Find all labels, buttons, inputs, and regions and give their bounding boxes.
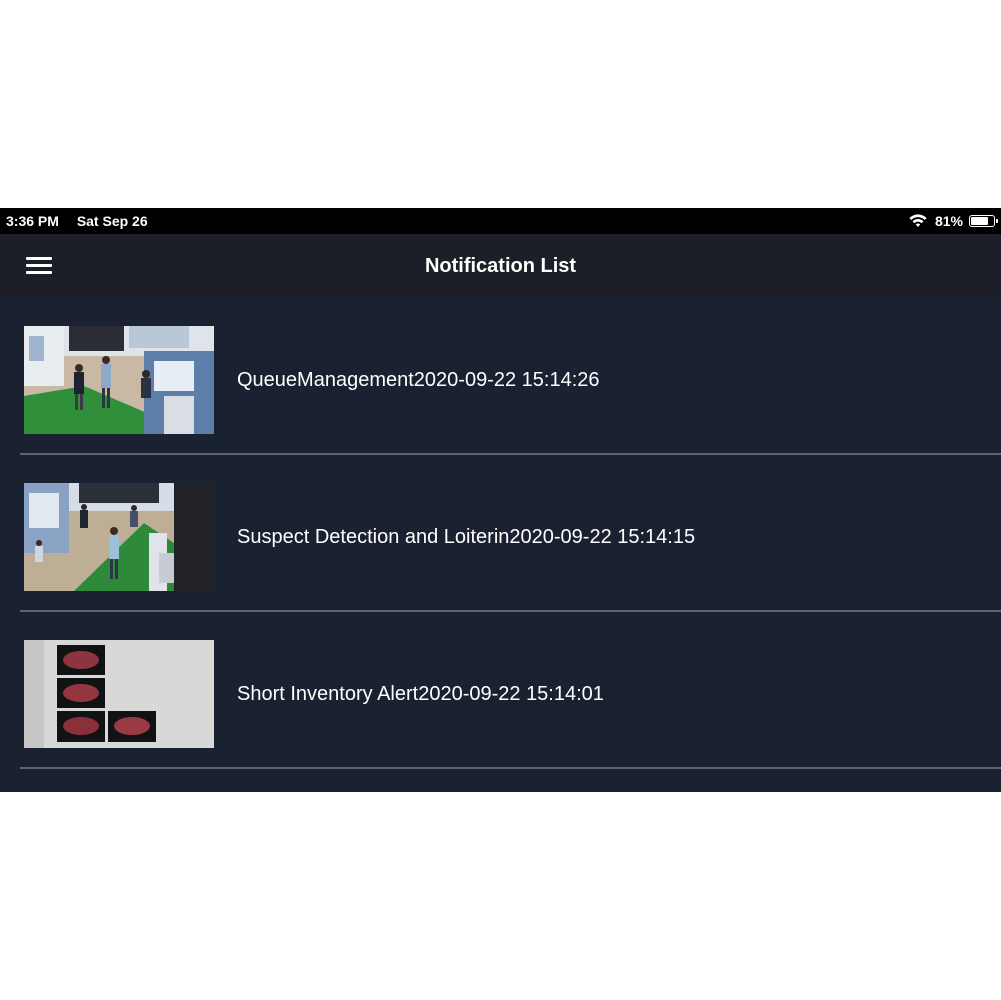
status-left: 3:36 PM Sat Sep 26 <box>6 208 162 234</box>
battery-icon <box>969 215 998 227</box>
battery-cap <box>996 219 998 223</box>
status-time: 3:36 PM <box>6 213 59 229</box>
notification-row[interactable]: Suspect Detection and Loiterin2020-09-22… <box>0 455 1001 612</box>
notification-label: Short Inventory Alert2020-09-22 15:14:01 <box>237 683 604 705</box>
app-screen: 3:36 PM Sat Sep 26 81% Notification List <box>0 208 1001 792</box>
notification-list: QueueManagement2020-09-22 15:14:26 Suspe… <box>0 298 1001 769</box>
meat-tray-thumbnail <box>24 640 214 748</box>
status-right: 81% <box>909 208 998 234</box>
notification-label: QueueManagement2020-09-22 15:14:26 <box>237 369 600 391</box>
battery-fill <box>971 217 988 225</box>
hamburger-menu-icon[interactable] <box>26 255 52 277</box>
store-camera-thumbnail <box>24 483 214 591</box>
status-date: Sat Sep 26 <box>76 213 148 229</box>
row-divider <box>20 767 1001 769</box>
nav-bar: Notification List <box>0 234 1001 298</box>
store-camera-thumbnail <box>24 326 214 434</box>
battery-percent: 81% <box>934 213 963 229</box>
page-title: Notification List <box>424 255 577 277</box>
wifi-icon <box>909 214 927 227</box>
notification-row[interactable]: QueueManagement2020-09-22 15:14:26 <box>0 298 1001 455</box>
notification-label: Suspect Detection and Loiterin2020-09-22… <box>237 526 696 548</box>
status-bar: 3:36 PM Sat Sep 26 81% <box>0 208 1001 234</box>
notification-row[interactable]: Short Inventory Alert2020-09-22 15:14:01 <box>0 612 1001 769</box>
